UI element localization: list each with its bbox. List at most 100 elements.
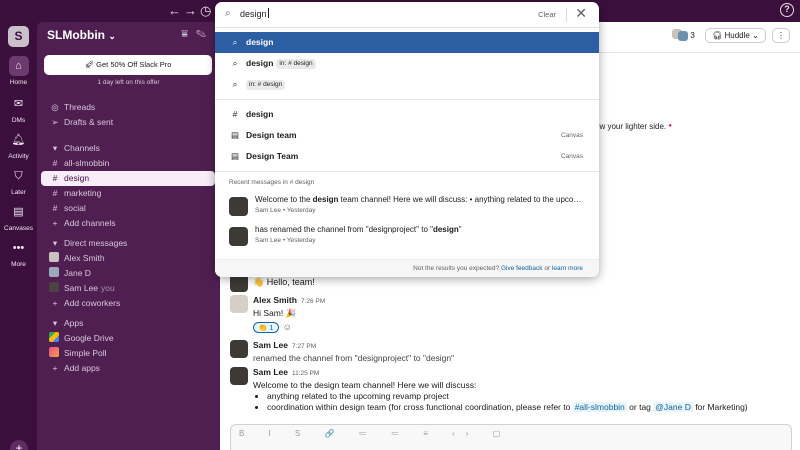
user-mention[interactable]: @Jane D [653, 402, 693, 412]
huddle-button[interactable]: 🎧︎ Huddle ⌄ [705, 28, 766, 43]
sidebar-item-label: Threads [64, 102, 96, 112]
plus-icon: + [52, 218, 58, 228]
search-bar[interactable]: ⌕ design Clear ✕ [215, 2, 599, 28]
sidebar-item-drafts[interactable]: ➢ Drafts & sent [41, 115, 215, 130]
rail-home[interactable]: ⌂ Home [0, 56, 37, 86]
sidebar-item-label: Sam Lee [64, 283, 99, 293]
add-channels-button[interactable]: + Add channels [41, 216, 215, 231]
headphones-icon: 🎧︎ [712, 31, 723, 40]
sidebar-item-threads[interactable]: ◎ Threads [41, 100, 215, 115]
search-icon: ⌕ [232, 58, 238, 68]
chevron-down-icon: ⌄ [752, 31, 759, 40]
avatar[interactable] [230, 295, 248, 313]
recent-message[interactable]: Welcome to the design team channel! Here… [229, 195, 585, 216]
promo-button[interactable]: 🚀︎ Get 50% Off Slack Pro [44, 55, 212, 75]
author-name[interactable]: Sam Lee [253, 340, 288, 350]
search-icon: ⌕ [232, 79, 238, 89]
sidebar: SLMobbin ⌄ ⩸✎ 🚀︎ Get 50% Off Slack Pro 1… [37, 22, 220, 450]
search-result[interactable]: ▤ Design Team Canvas [215, 146, 599, 167]
workspace-name[interactable]: SLMobbin ⌄ [47, 28, 116, 42]
apps-header[interactable]: ▾ Apps [41, 316, 215, 331]
sidebar-item-dm[interactable]: Alex Smith [41, 251, 215, 266]
hash-icon: # [52, 173, 58, 183]
formatting-toolbar[interactable]: B I S 🔗 ≔ ≔ ≡ ‹› ▢ [239, 429, 511, 438]
sidebar-item-channel[interactable]: # design [41, 171, 215, 186]
member-avatars[interactable] [672, 29, 689, 41]
add-reaction-icon[interactable]: ☺ [283, 322, 292, 332]
workspace-name-label: SLMobbin [47, 28, 105, 42]
timestamp[interactable]: 7:26 PM [301, 298, 325, 305]
hash-icon: # [52, 158, 58, 168]
avatar [49, 282, 59, 292]
channel-more-button[interactable]: ⋮ [772, 28, 790, 43]
clear-button[interactable]: Clear [538, 10, 556, 19]
sidebar-item-dm[interactable]: Sam Lee you [41, 281, 215, 296]
sidebar-item-label: Add coworkers [64, 298, 121, 308]
member-count[interactable]: 3 [690, 31, 694, 40]
workspace-rail: S ⌂ Home ✉ DMs 🔔︎ Activity ⛉ Later ▤ Can… [0, 22, 37, 450]
compose-icon[interactable]: ✎ [196, 28, 214, 40]
channels-header[interactable]: ▾ Channels [41, 141, 215, 156]
search-result[interactable]: ▤ Design team Canvas [215, 125, 599, 146]
avatar[interactable] [230, 367, 248, 385]
message-composer[interactable]: B I S 🔗 ≔ ≔ ≡ ‹› ▢ [230, 424, 792, 450]
recent-message[interactable]: has renamed the channel from "designproj… [229, 225, 585, 246]
hash-icon: # [52, 188, 58, 198]
help-icon[interactable]: ? [780, 3, 794, 17]
add-apps-button[interactable]: + Add apps [41, 361, 215, 376]
recent-header: Recent messages in # design [229, 179, 315, 186]
text-part: " [458, 225, 462, 234]
bullet-list: anything related to the upcoming revamp … [267, 391, 790, 413]
rail-activity[interactable]: 🔔︎ Activity [0, 130, 37, 160]
promo-subtext: 1 day left on this offer [97, 79, 160, 86]
clap-reaction[interactable]: 👏 1 [253, 322, 279, 333]
feedback-link[interactable]: Give feedback [501, 265, 543, 272]
dm-header[interactable]: ▾ Direct messages [41, 236, 215, 251]
workspace-icon[interactable]: S [8, 26, 29, 47]
history-icon[interactable]: ◷ [200, 3, 211, 19]
rail-more[interactable]: ••• More [0, 238, 37, 268]
sidebar-item-channel[interactable]: # social [41, 201, 215, 216]
sidebar-item-app[interactable]: Simple Poll [41, 346, 215, 361]
add-coworkers-button[interactable]: + Add coworkers [41, 296, 215, 311]
sidebar-item-dm[interactable]: Jane D [41, 266, 215, 281]
filter-icon[interactable]: ⩸ [181, 28, 196, 40]
bullet-text: coordination within design team (for cro… [267, 402, 573, 412]
sidebar-tools: ⩸✎ [181, 28, 214, 41]
hash-icon: # [232, 109, 238, 119]
rail-later[interactable]: ⛉ Later [0, 166, 37, 196]
close-icon[interactable]: ✕ [575, 5, 587, 22]
author-name[interactable]: Alex Smith [253, 295, 297, 305]
divider [566, 8, 567, 22]
footer-text: or [542, 265, 552, 272]
add-workspace-icon[interactable]: + [10, 440, 28, 450]
caret-down-icon: ▾ [52, 238, 58, 248]
search-suggestion[interactable]: ⌕ design [215, 32, 599, 53]
caret-down-icon: ▾ [52, 143, 58, 153]
sidebar-item-app[interactable]: Google Drive [41, 331, 215, 346]
author-name[interactable]: Sam Lee [253, 367, 288, 377]
suggestion-text: design [246, 37, 274, 47]
channel-link[interactable]: #all-slmobbin [572, 402, 627, 412]
avatar[interactable] [230, 340, 248, 358]
timestamp[interactable]: 11:25 PM [292, 370, 319, 377]
avatar [49, 267, 59, 277]
forward-arrow-icon[interactable]: → [184, 3, 197, 18]
sidebar-item-channel[interactable]: # all-slmobbin [41, 156, 215, 171]
learn-more-link[interactable]: learn more [552, 265, 583, 272]
sidebar-item-label: Add channels [64, 218, 116, 228]
sidebar-item-channel[interactable]: # marketing [41, 186, 215, 201]
rail-canvases[interactable]: ▤ Canvases [0, 202, 37, 232]
rail-dms[interactable]: ✉ DMs [0, 94, 37, 124]
search-input[interactable]: design [240, 8, 269, 19]
search-suggestion[interactable]: ⌕ in: # design [215, 74, 599, 95]
search-result[interactable]: # design [215, 104, 599, 125]
timestamp[interactable]: 7:27 PM [292, 343, 316, 350]
back-arrow-icon[interactable]: ← [168, 3, 181, 18]
caret-down-icon: ▾ [52, 318, 58, 328]
channel-intro-text: ow your lighter side. ● [595, 122, 672, 131]
sidebar-item-label: Google Drive [64, 333, 114, 343]
search-suggestion[interactable]: ⌕ design in: # design [215, 53, 599, 74]
sidebar-item-label: design [64, 173, 90, 183]
recent-meta: Sam Lee • Yesterday [255, 207, 316, 214]
